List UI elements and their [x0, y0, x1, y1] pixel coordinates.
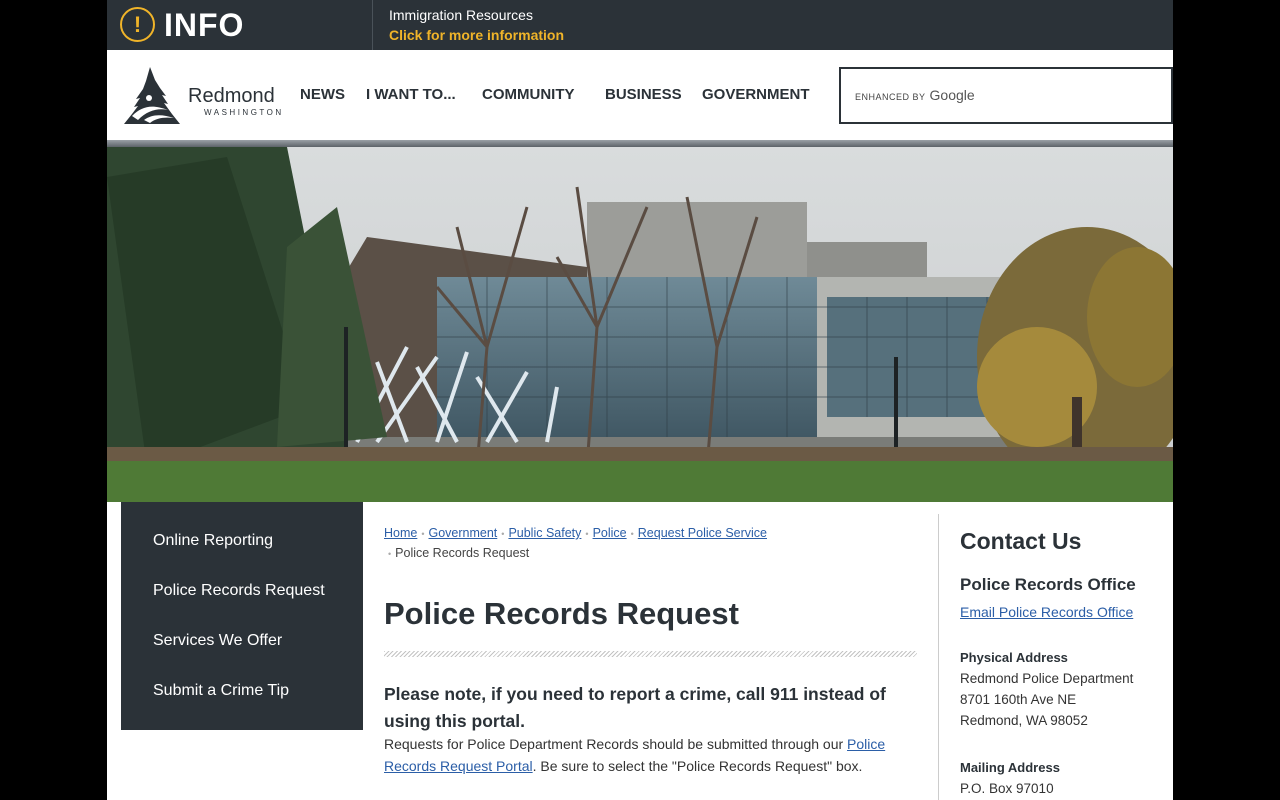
logo-subtitle: WASHINGTON — [204, 108, 284, 117]
alert-message: Immigration Resources — [389, 7, 533, 23]
search-input[interactable]: ENHANCED BY Google — [839, 67, 1173, 124]
contact-title: Contact Us — [960, 528, 1082, 554]
column-divider — [938, 514, 939, 800]
google-label: Google — [929, 87, 975, 103]
office-name: Police Records Office — [960, 575, 1136, 594]
physical-address-line: Redmond Police Department — [960, 671, 1134, 686]
breadcrumb-police[interactable]: Police — [593, 526, 627, 540]
body-text-after: . Be sure to select the "Police Records … — [532, 758, 863, 774]
breadcrumb-government[interactable]: Government — [429, 526, 498, 540]
body-paragraph: Requests for Police Department Records s… — [384, 733, 914, 777]
exclamation-icon: ! — [120, 7, 155, 42]
sidebar-item-online-reporting[interactable]: Online Reporting — [153, 531, 273, 551]
redmond-logo-icon — [124, 67, 180, 124]
mailing-address-line: P.O. Box 97010 — [960, 781, 1054, 796]
alert-bar: ! INFO Immigration Resources Click for m… — [107, 0, 1173, 50]
nav-i-want-to[interactable]: I WANT TO... — [366, 85, 456, 105]
breadcrumb-separator: • — [630, 529, 634, 539]
body-text-before: Requests for Police Department Records s… — [384, 736, 848, 752]
alert-more-info-link[interactable]: Click for more information — [389, 26, 564, 44]
sidebar-item-police-records-request[interactable]: Police Records Request — [153, 581, 325, 601]
side-navigation: Online Reporting Police Records Request … — [121, 502, 363, 730]
site-logo[interactable]: Redmond WASHINGTON — [122, 66, 282, 126]
physical-address-heading: Physical Address — [960, 650, 1068, 665]
breadcrumb-current: Police Records Request — [395, 546, 530, 560]
logo-name: Redmond — [188, 85, 275, 107]
page-title: Police Records Request — [384, 596, 739, 631]
breadcrumb-public-safety[interactable]: Public Safety — [508, 526, 581, 540]
search-placeholder: ENHANCED BY Google — [855, 88, 975, 104]
nav-community[interactable]: COMMUNITY — [482, 85, 575, 105]
breadcrumb-separator: • — [388, 549, 392, 559]
breadcrumb-separator: • — [421, 529, 425, 539]
physical-address-line: 8701 160th Ave NE — [960, 692, 1077, 707]
breadcrumb-separator: • — [585, 529, 589, 539]
physical-address-line: Redmond, WA 98052 — [960, 713, 1088, 728]
crime-notice: Please note, if you need to report a cri… — [384, 684, 886, 731]
breadcrumb-separator: • — [501, 529, 505, 539]
nav-government[interactable]: GOVERNMENT — [702, 85, 810, 105]
email-office-link[interactable]: Email Police Records Office — [960, 602, 1133, 622]
breadcrumb-request-police-service[interactable]: Request Police Service — [638, 526, 767, 540]
header-divider — [107, 140, 1173, 147]
hero-city-hall-image — [107, 147, 1173, 502]
page: ! INFO Immigration Resources Click for m… — [107, 0, 1173, 800]
title-divider — [384, 651, 917, 657]
site-header: Redmond WASHINGTON NEWS I WANT TO... COM… — [107, 50, 1173, 140]
nav-business[interactable]: BUSINESS — [605, 85, 682, 105]
sidebar-item-services-we-offer[interactable]: Services We Offer — [153, 631, 282, 651]
breadcrumb-home[interactable]: Home — [384, 526, 417, 540]
nav-news[interactable]: NEWS — [300, 85, 345, 105]
search-enhanced-label: ENHANCED BY — [855, 92, 926, 102]
mailing-address-heading: Mailing Address — [960, 760, 1060, 775]
sidebar-item-submit-crime-tip[interactable]: Submit a Crime Tip — [153, 681, 289, 701]
alert-label-area: ! INFO — [107, 0, 373, 50]
alert-title: INFO — [164, 7, 245, 43]
breadcrumb: Home • Government • Public Safety • Police • Req… — [384, 524, 784, 564]
